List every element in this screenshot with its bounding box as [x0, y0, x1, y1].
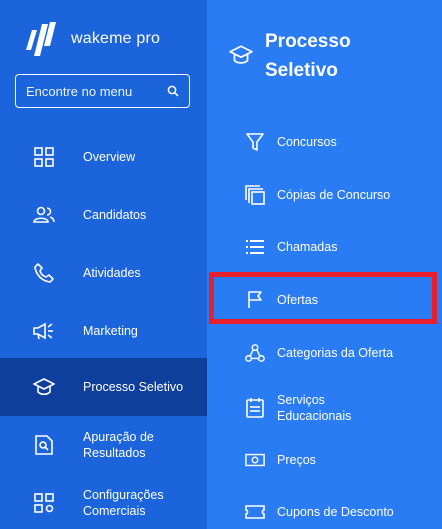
- submenu-label: Cópias de Concurso: [277, 188, 391, 202]
- submenu-item-concursos[interactable]: Concursos: [207, 130, 442, 154]
- nav-item-atividades[interactable]: Atividades: [0, 244, 207, 302]
- submenu-item-chamadas[interactable]: Chamadas: [207, 235, 442, 259]
- submenu-label: Concursos: [277, 135, 337, 149]
- submenu-item-copias-de-concurso[interactable]: Cópias de Concurso: [207, 183, 442, 207]
- submenu-title: Processo Seletivo: [265, 31, 351, 81]
- submenu-label: Categorias da Oferta: [277, 346, 394, 360]
- filter-icon: [245, 132, 265, 152]
- search-placeholder: Encontre no menu: [26, 83, 133, 99]
- submenu-label: Preços: [277, 453, 316, 467]
- nav-item-processo-seletivo[interactable]: Processo Seletivo: [0, 358, 207, 416]
- nav-label: Overview: [83, 150, 136, 164]
- hierarchy-icon: [245, 343, 265, 363]
- copy-icon: [245, 185, 265, 205]
- submenu-item-precos[interactable]: Preços: [207, 448, 442, 472]
- nav-label: Apuração de Resultados: [83, 430, 154, 460]
- document-search-icon: [33, 434, 55, 456]
- submenu-label: Chamadas: [277, 240, 338, 254]
- menu-search-input[interactable]: Encontre no menu: [15, 74, 190, 108]
- nav-label: Processo Seletivo: [83, 380, 184, 394]
- main-sidebar: wakeme pro Encontre no menu Overview Can…: [0, 0, 207, 529]
- nav-item-candidatos[interactable]: Candidatos: [0, 186, 207, 244]
- submenu-panel: Processo Seletivo Concursos Cópias de Co…: [207, 0, 442, 529]
- nav-label: Candidatos: [83, 208, 147, 222]
- submenu-header: Processo Seletivo: [229, 27, 395, 85]
- submenu-label: Cupons de Desconto: [277, 505, 394, 519]
- users-icon: [33, 204, 55, 226]
- phone-icon: [33, 262, 55, 284]
- submenu-item-cupons-de-desconto[interactable]: Cupons de Desconto: [207, 500, 442, 524]
- grid-icon: [33, 146, 55, 168]
- list-icon: [245, 237, 265, 257]
- submenu-item-servicos-educacionais[interactable]: Serviços Educacionais: [207, 390, 442, 426]
- graduation-cap-icon: [229, 45, 253, 64]
- brand-logo[interactable]: wakeme pro: [24, 20, 160, 58]
- submenu-label: Serviços Educacionais: [277, 393, 352, 423]
- megaphone-icon: [33, 320, 55, 342]
- nav-item-apuracao-de-resultados[interactable]: Apuração de Resultados: [0, 416, 207, 474]
- service-list-icon: [245, 398, 265, 418]
- nav-item-overview[interactable]: Overview: [0, 128, 207, 186]
- grid-settings-icon: [33, 492, 55, 514]
- nav-label: Atividades: [83, 266, 141, 280]
- graduation-cap-icon: [33, 376, 55, 398]
- nav-label: Marketing: [83, 324, 138, 338]
- nav-label: Configurações Comerciais: [83, 488, 164, 518]
- nav-item-marketing[interactable]: Marketing: [0, 302, 207, 360]
- search-icon: [167, 85, 179, 97]
- money-icon: [245, 450, 265, 470]
- ofertas-highlight-box: [209, 272, 437, 324]
- brand-name: wakeme pro: [71, 30, 161, 47]
- nav-item-configuracoes-comerciais[interactable]: Configurações Comerciais: [0, 474, 207, 529]
- wakeme-logo-icon: [26, 22, 56, 56]
- submenu-item-categorias-da-oferta[interactable]: Categorias da Oferta: [207, 341, 442, 365]
- coupon-icon: [245, 502, 265, 522]
